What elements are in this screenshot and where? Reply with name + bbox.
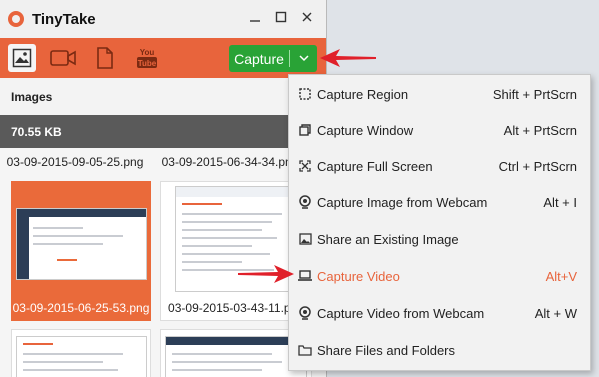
document-icon[interactable] (91, 44, 119, 72)
menu-item-shortcut: Alt + I (543, 194, 577, 210)
thumbnail-label: 03-09-2015-03-43-11.png (168, 301, 304, 315)
capture-dropdown-menu: Capture Region Shift + PrtScrn Capture W… (288, 74, 591, 371)
section-title: Images (11, 90, 53, 104)
menu-item-label: Capture Video from Webcam (317, 305, 485, 321)
menu-item-shortcut: Ctrl + PrtScrn (498, 158, 577, 174)
svg-text:You: You (140, 48, 155, 57)
menu-item-share-files-folders[interactable]: Share Files and Folders (289, 332, 590, 368)
menu-item-label: Capture Image from Webcam (317, 194, 488, 210)
red-arrow-annotation (320, 49, 376, 67)
capture-button[interactable]: Capture (229, 45, 317, 72)
fullscreen-icon (298, 159, 312, 173)
screenshot-preview (16, 336, 147, 377)
youtube-icon[interactable]: You Tube (133, 44, 161, 72)
webcam-icon (298, 195, 312, 209)
app-title: TinyTake (32, 11, 96, 28)
webcam-icon (298, 306, 312, 320)
menu-item-capture-video[interactable]: Capture Video Alt+V (289, 258, 590, 294)
tinytake-logo-icon (8, 11, 24, 27)
menu-item-label: Capture Window (317, 122, 414, 138)
menu-item-capture-window[interactable]: Capture Window Alt + PrtScrn (289, 112, 590, 148)
region-icon (298, 87, 312, 101)
red-arrow-annotation (238, 265, 294, 283)
folder-icon (298, 343, 312, 357)
menu-item-label: Share Files and Folders (317, 342, 456, 358)
menu-item-shortcut: Alt+V (545, 268, 577, 284)
menu-item-capture-video-webcam[interactable]: Capture Video from Webcam Alt + W (289, 295, 590, 331)
close-icon[interactable] (296, 7, 318, 29)
thumbnail[interactable] (11, 329, 151, 377)
title-bar: TinyTake (0, 0, 326, 38)
laptop-icon (298, 269, 312, 283)
chevron-down-icon[interactable] (290, 53, 317, 65)
size-bar: 70.55 KB (0, 115, 326, 148)
window-icon (298, 123, 312, 137)
menu-item-capture-region[interactable]: Capture Region Shift + PrtScrn (289, 76, 590, 112)
capture-button-label[interactable]: Capture (229, 51, 289, 67)
total-size: 70.55 KB (11, 125, 62, 139)
menu-item-capture-image-webcam[interactable]: Capture Image from Webcam Alt + I (289, 184, 590, 220)
image-icon (298, 232, 312, 246)
video-icon[interactable] (49, 44, 77, 72)
menu-item-shortcut: Alt + W (534, 305, 577, 321)
thumbnail-label[interactable]: 03-09-2015-06-34-34.png (160, 155, 300, 169)
screenshot-preview (16, 208, 147, 280)
maximize-icon[interactable] (270, 7, 292, 29)
menu-item-label: Capture Video (317, 268, 400, 284)
images-icon[interactable] (8, 44, 36, 72)
menu-item-label: Capture Region (317, 86, 409, 102)
thumbnail-selected[interactable]: 03-09-2015-06-25-53.png (11, 181, 151, 321)
thumbnail-label: 03-09-2015-06-25-53.png (12, 301, 150, 315)
thumbnail-label[interactable]: 03-09-2015-09-05-25.png (5, 155, 145, 169)
menu-item-label: Share an Existing Image (317, 231, 459, 247)
svg-text:Tube: Tube (138, 59, 157, 68)
screenshot-preview (165, 336, 307, 377)
menu-item-capture-full-screen[interactable]: Capture Full Screen Ctrl + PrtScrn (289, 148, 590, 184)
menu-item-shortcut: Alt + PrtScrn (503, 122, 577, 138)
menu-item-share-existing-image[interactable]: Share an Existing Image (289, 221, 590, 257)
minimize-icon[interactable] (244, 7, 266, 29)
menu-item-label: Capture Full Screen (317, 158, 433, 174)
menu-item-shortcut: Shift + PrtScrn (492, 86, 577, 102)
